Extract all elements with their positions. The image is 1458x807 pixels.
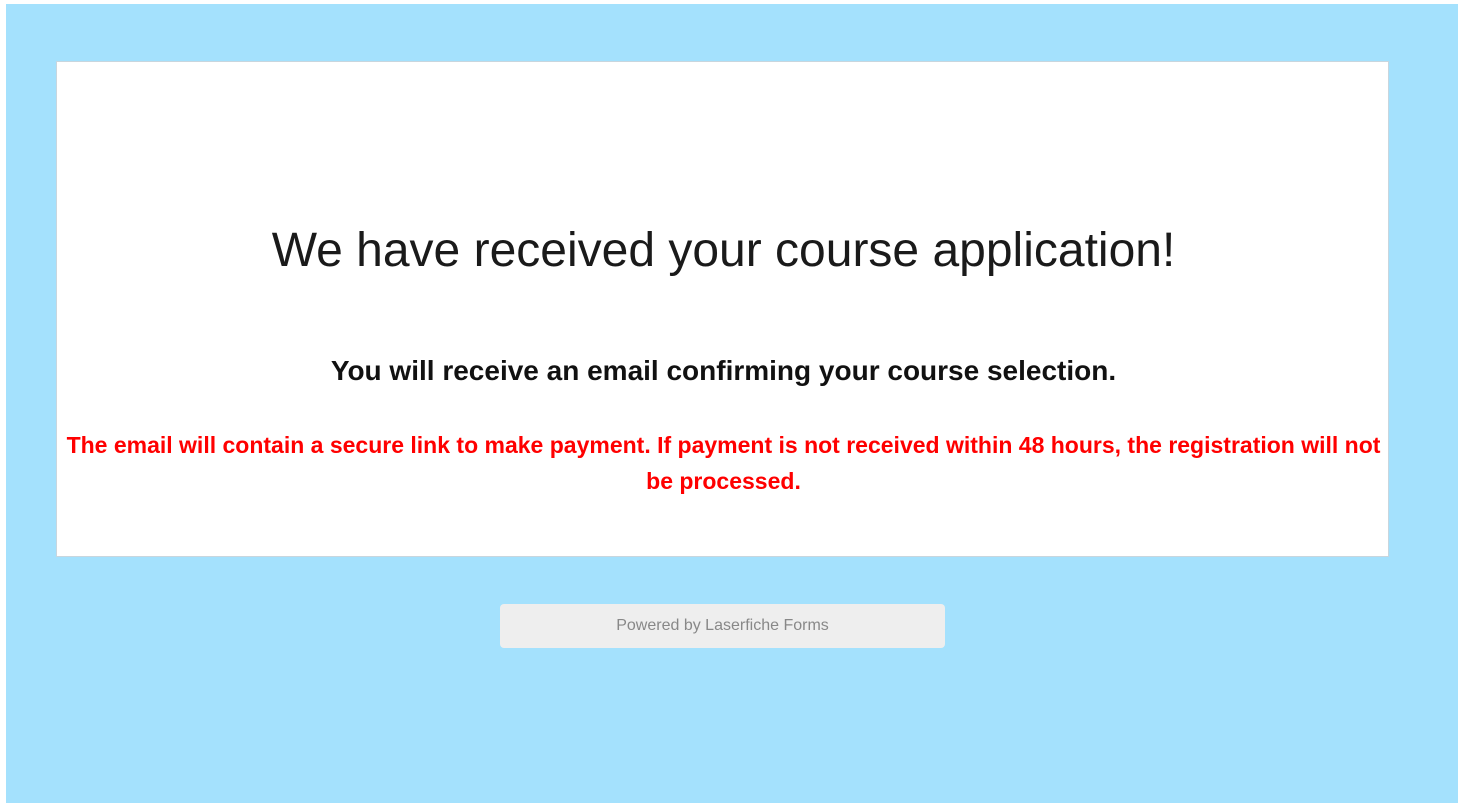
payment-warning: The email will contain a secure link to … <box>66 432 1381 494</box>
confirmation-headline: We have received your course application… <box>271 224 1176 277</box>
confirmation-card: We have received your course application… <box>56 61 1389 557</box>
confirmation-subline: You will receive an email confirming you… <box>330 355 1117 386</box>
powered-by-link[interactable]: Powered by Laserfiche Forms <box>500 604 945 648</box>
